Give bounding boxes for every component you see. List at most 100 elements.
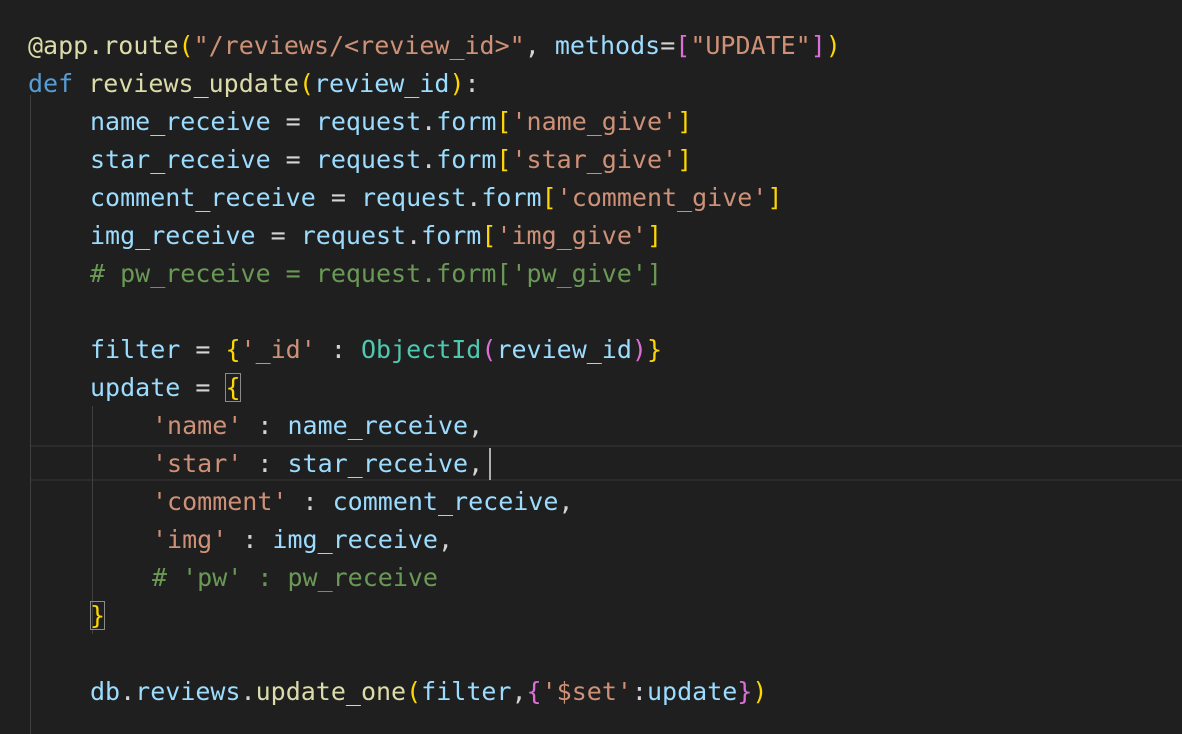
code-token: ,: [468, 411, 484, 440]
code-token: :: [242, 449, 288, 478]
code-token: (: [481, 335, 497, 364]
code-token: form: [421, 221, 482, 250]
code-token: img_receive: [90, 221, 256, 250]
code-text: name_receive = request.form['name_give']: [90, 103, 692, 141]
code-token: {: [225, 335, 241, 364]
code-line[interactable]: 'star' : star_receive,: [0, 445, 1182, 483]
code-line[interactable]: update = {: [0, 369, 1182, 407]
code-text: 'img' : img_receive,: [152, 521, 453, 559]
code-token: =: [270, 107, 316, 136]
code-token: =: [180, 373, 226, 402]
code-token: :: [242, 411, 288, 440]
code-line[interactable]: 'img' : img_receive,: [0, 521, 1182, 559]
code-token: filter: [421, 677, 512, 706]
code-line[interactable]: 'name' : name_receive,: [0, 407, 1182, 445]
code-token: filter: [90, 335, 181, 364]
code-token: 'img': [152, 525, 228, 554]
code-token: db: [90, 677, 121, 706]
code-token: ): [631, 335, 647, 364]
code-token: }: [737, 677, 753, 706]
code-token: '$set': [541, 677, 632, 706]
code-token: form: [481, 183, 542, 212]
code-token: update: [90, 373, 181, 402]
code-token: # pw_receive = request.form['pw_give']: [90, 259, 662, 288]
code-token: ]: [810, 31, 826, 60]
code-token: .: [421, 107, 437, 136]
code-text: @app.route("/reviews/<review_id>", metho…: [28, 27, 841, 65]
code-line[interactable]: comment_receive = request.form['comment_…: [0, 179, 1182, 217]
code-token: form: [436, 145, 497, 174]
code-token: update: [646, 677, 738, 706]
code-line[interactable]: # pw_receive = request.form['pw_give']: [0, 255, 1182, 293]
code-text: comment_receive = request.form['comment_…: [90, 179, 782, 217]
code-token: def: [28, 69, 74, 98]
code-line[interactable]: [0, 635, 1182, 673]
code-token: form: [436, 107, 497, 136]
code-token: name_receive: [287, 411, 469, 440]
code-token: 'name_give': [511, 107, 678, 136]
code-token: .: [406, 221, 422, 250]
code-token: .: [240, 677, 256, 706]
code-token: review_id: [496, 335, 632, 364]
text-cursor: [489, 448, 491, 480]
code-line[interactable]: filter = {'_id' : ObjectId(review_id)}: [0, 331, 1182, 369]
code-token: star_receive: [287, 449, 469, 478]
code-token: ]: [677, 107, 693, 136]
code-token: comment_receive: [90, 183, 316, 212]
code-text: 'comment' : comment_receive,: [152, 483, 573, 521]
code-text: def reviews_update(review_id):: [28, 65, 480, 103]
code-token: [: [496, 107, 512, 136]
code-token: reviews: [135, 677, 241, 706]
code-token: update_one: [255, 677, 407, 706]
code-token: =: [660, 31, 676, 60]
code-token: =: [180, 335, 226, 364]
code-token: (: [178, 31, 194, 60]
code-text: # 'pw' : pw_receive: [152, 559, 438, 597]
code-token: :: [287, 487, 333, 516]
code-text: db.reviews.update_one(filter,{'$set':upd…: [90, 673, 767, 711]
code-token: ]: [767, 183, 783, 212]
code-token: =: [270, 145, 316, 174]
code-token: 'star_give': [511, 145, 678, 174]
matched-bracket: }: [90, 601, 106, 630]
code-token: ]: [677, 145, 693, 174]
code-token: reviews_update: [88, 69, 299, 98]
code-line[interactable]: img_receive = request.form['img_give']: [0, 217, 1182, 255]
code-token: methods: [554, 31, 661, 60]
code-token: ): [449, 69, 465, 98]
code-line[interactable]: name_receive = request.form['name_give']: [0, 103, 1182, 141]
code-token: ,: [511, 677, 527, 706]
code-token: :: [227, 525, 273, 554]
code-line[interactable]: @app.route("/reviews/<review_id>", metho…: [0, 27, 1182, 65]
code-line[interactable]: 'comment' : comment_receive,: [0, 483, 1182, 521]
code-token: {: [526, 677, 542, 706]
matched-bracket: {: [225, 373, 241, 402]
code-token: "UPDATE": [690, 31, 811, 60]
code-token: request: [315, 107, 422, 136]
code-line[interactable]: # 'pw' : pw_receive: [0, 559, 1182, 597]
code-line[interactable]: db.reviews.update_one(filter,{'$set':upd…: [0, 673, 1182, 711]
code-token: ObjectId: [360, 335, 482, 364]
code-token: :: [464, 69, 480, 98]
code-token: .: [466, 183, 482, 212]
code-line[interactable]: star_receive = request.form['star_give']: [0, 141, 1182, 179]
code-text: update = {: [90, 369, 241, 407]
code-text: img_receive = request.form['img_give']: [90, 217, 662, 255]
code-token: ): [825, 31, 841, 60]
code-line[interactable]: def reviews_update(review_id):: [0, 65, 1182, 103]
code-token: (: [406, 677, 422, 706]
code-token: # 'pw' : pw_receive: [152, 563, 438, 592]
code-token: ,: [438, 525, 454, 554]
code-line[interactable]: [0, 293, 1182, 331]
code-text: filter = {'_id' : ObjectId(review_id)}: [90, 331, 662, 369]
code-token: (: [298, 69, 314, 98]
code-text: 'name' : name_receive,: [152, 407, 483, 445]
code-token: =: [255, 221, 301, 250]
code-token: comment_receive: [332, 487, 559, 516]
code-token: 'name': [152, 411, 243, 440]
code-token: .: [120, 677, 136, 706]
code-line[interactable]: }: [0, 597, 1182, 635]
code-editor[interactable]: @app.route("/reviews/<review_id>", metho…: [0, 0, 1182, 734]
code-text: }: [90, 597, 106, 635]
